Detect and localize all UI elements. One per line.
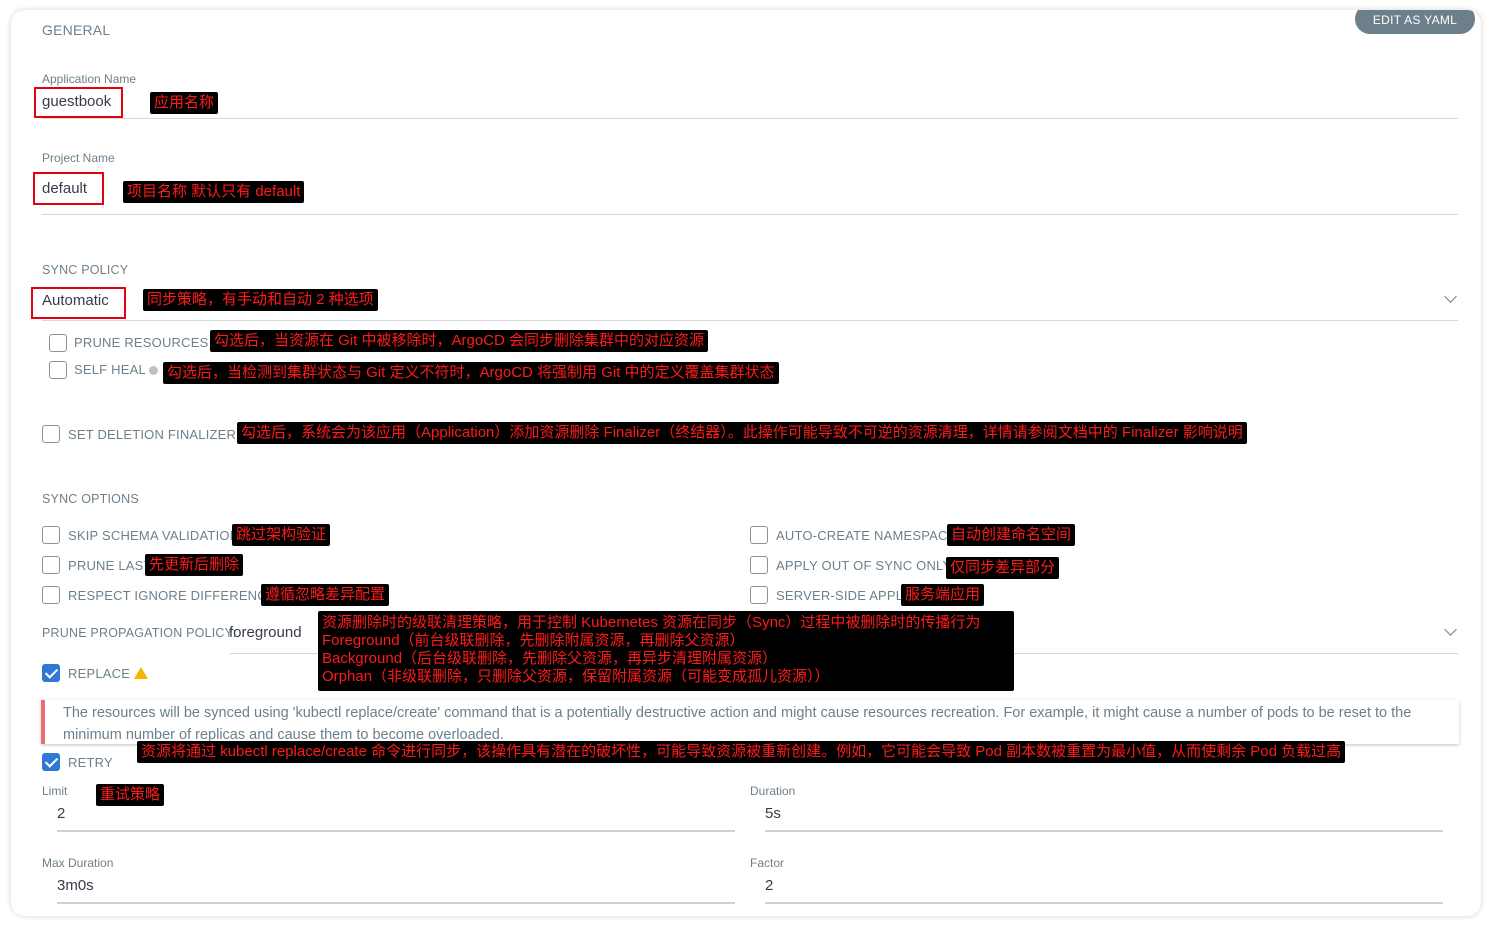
auto-create-namespace-annotation: 自动创建命名空间 [947,524,1076,546]
retry-duration-underline [765,830,1443,832]
server-side-apply-label: SERVER-SIDE APPLY [776,588,912,603]
retry-checkbox[interactable] [42,753,60,771]
retry-duration-label: Duration [750,784,796,798]
retry-limit-label: Limit [42,784,68,798]
project-name-underline [42,214,1458,215]
auto-create-namespace-label: AUTO-CREATE NAMESPACE [776,528,957,543]
server-side-apply-checkbox[interactable] [750,586,768,604]
application-name-annotation: 应用名称 [150,92,219,114]
application-name-label: Application Name [42,72,137,86]
replace-label: REPLACE [68,666,149,681]
auto-create-namespace-checkbox[interactable] [750,526,768,544]
retry-factor-label: Factor [750,856,785,870]
general-section-title: GENERAL [42,22,111,38]
replace-annotation: 资源将通过 kubectl replace/create 命令进行同步，该操作具… [137,741,1346,763]
prune-last-checkbox[interactable] [42,556,60,574]
server-side-apply-annotation: 服务端应用 [901,584,985,606]
respect-ignore-differences-checkbox[interactable] [42,586,60,604]
retry-factor-input[interactable]: 2 [765,877,773,894]
respect-ignore-differences-label: RESPECT IGNORE DIFFERENCES [68,588,285,603]
sync-policy-highlight [31,287,126,319]
apply-out-of-sync-only-annotation: 仅同步差异部分 [946,557,1060,579]
replace-warning-alert: The resources will be synced using 'kube… [41,700,1459,744]
retry-annotation: 重试策略 [96,784,165,806]
prune-resources-checkbox[interactable] [49,334,67,352]
prune-propagation-policy-label: PRUNE PROPAGATION POLICY: [42,626,237,640]
prune-resources-label: PRUNE RESOURCES [74,335,221,350]
retry-factor-underline [765,902,1443,904]
self-heal-help-icon[interactable] [148,366,158,376]
set-deletion-finalizer-checkbox[interactable] [42,425,60,443]
prune-resources-annotation: 勾选后，当资源在 Git 中被移除时，ArgoCD 会同步删除集群中的对应资源 [210,330,709,352]
edit-as-yaml-button[interactable]: EDIT AS YAML [1355,10,1475,34]
sync-policy-underline [42,320,1458,321]
retry-max-duration-label: Max Duration [42,856,114,870]
sync-policy-section-title: SYNC POLICY [42,263,129,277]
retry-duration-input[interactable]: 5s [765,805,781,822]
application-name-highlight [34,87,123,118]
retry-limit-input[interactable]: 2 [57,805,65,822]
set-deletion-finalizer-annotation: 勾选后，系统会为该应用（Application）添加资源删除 Finalizer… [237,422,1247,444]
prune-propagation-chevron-down-icon[interactable] [1444,623,1457,636]
sync-options-section-title: SYNC OPTIONS [42,492,139,506]
self-heal-label: SELF HEAL [74,362,158,377]
project-name-label: Project Name [42,151,115,165]
retry-label: RETRY [68,755,113,770]
retry-max-duration-input[interactable]: 3m0s [57,877,94,894]
retry-limit-underline [57,830,735,832]
application-name-underline [42,118,1458,119]
self-heal-annotation: 勾选后，当检测到集群状态与 Git 定义不符时，ArgoCD 将强制用 Git … [163,362,779,384]
self-heal-checkbox[interactable] [49,361,67,379]
sync-policy-chevron-down-icon[interactable] [1444,290,1457,303]
project-name-highlight [33,172,104,205]
prune-propagation-policy-select[interactable]: foreground [229,624,302,641]
prune-last-annotation: 先更新后删除 [145,554,244,576]
apply-out-of-sync-only-checkbox[interactable] [750,556,768,574]
prune-last-label: PRUNE LAST [68,558,152,573]
skip-schema-validation-annotation: 跳过架构验证 [232,524,331,546]
skip-schema-validation-label: SKIP SCHEMA VALIDATION [68,528,240,543]
replace-checkbox[interactable] [42,664,60,682]
prune-propagation-annotation: 资源删除时的级联清理策略，用于控制 Kubernetes 资源在同步（Sync）… [318,611,1014,691]
warning-icon [134,667,149,679]
sync-policy-annotation: 同步策略，有手动和自动 2 种选项 [143,289,378,311]
skip-schema-validation-checkbox[interactable] [42,526,60,544]
set-deletion-finalizer-label: SET DELETION FINALIZER [68,427,249,442]
respect-ignore-differences-annotation: 遵循忽略差异配置 [261,584,390,606]
application-form-card: EDIT AS YAML GENERAL Application Name gu… [11,10,1481,916]
apply-out-of-sync-only-label: APPLY OUT OF SYNC ONLY [776,558,952,573]
project-name-annotation: 项目名称 默认只有 default [123,181,305,203]
retry-max-duration-underline [57,902,735,904]
